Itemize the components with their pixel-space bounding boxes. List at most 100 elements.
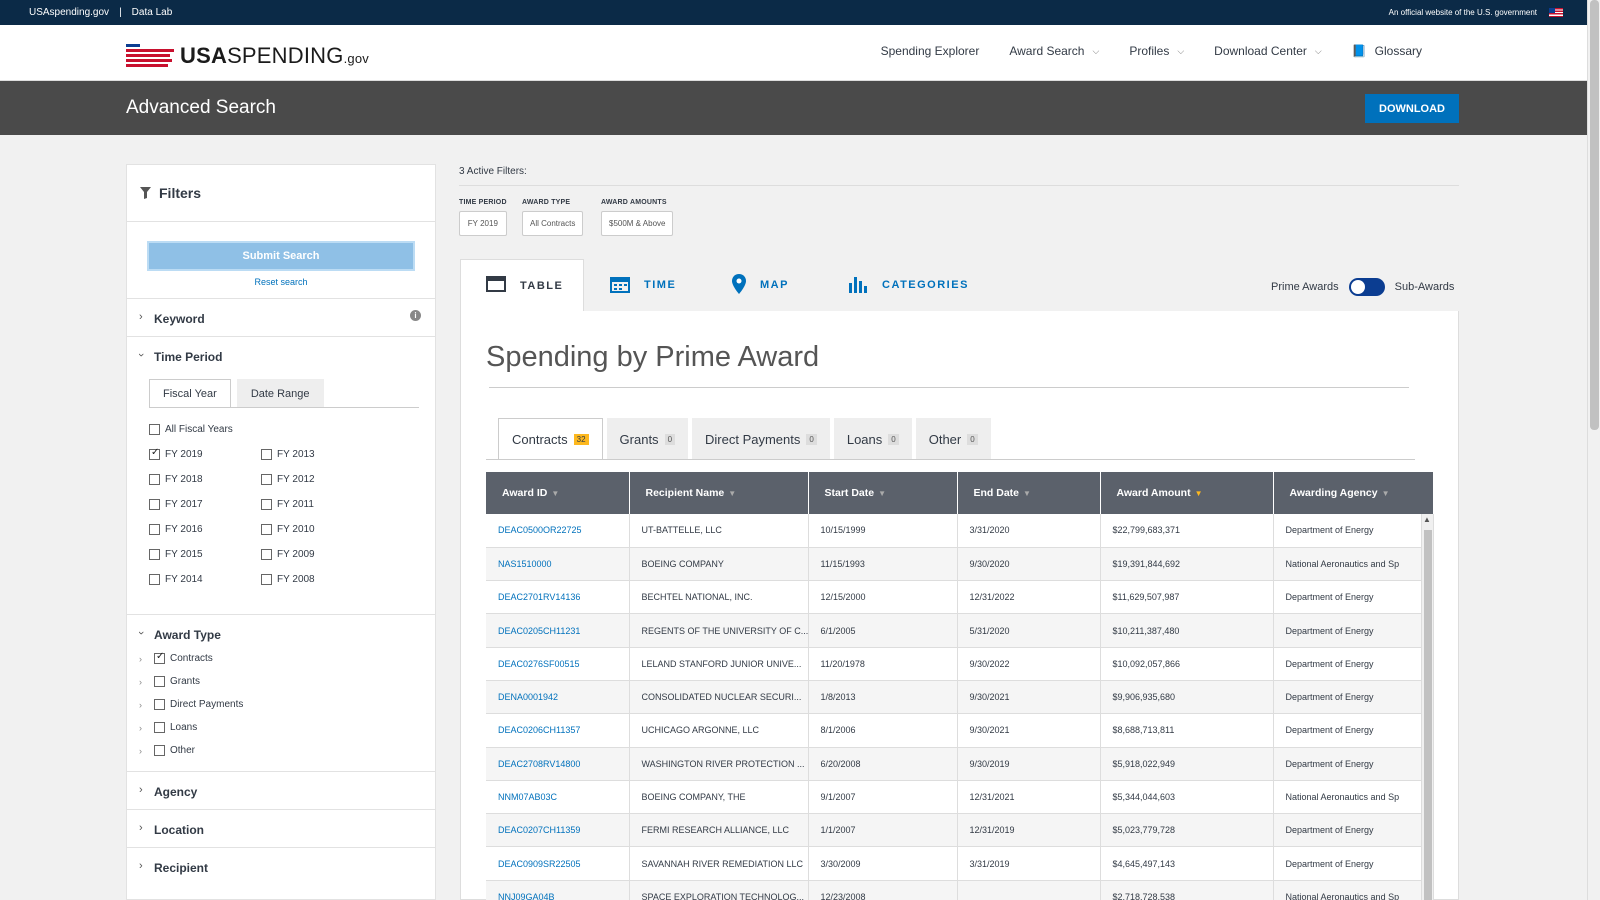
award-tab-grants[interactable]: Grants 0 (606, 418, 689, 460)
gov-link[interactable]: Data Lab (132, 7, 173, 18)
column-header-award-amount[interactable]: Award Amount ▼ (1100, 472, 1274, 514)
award-tab-contracts[interactable]: Contracts 32 (498, 418, 603, 460)
checkbox[interactable] (261, 549, 272, 560)
checkbox-fy-2011[interactable]: FY 2011 (261, 499, 314, 510)
submit-search-button[interactable]: Submit Search (147, 241, 415, 271)
award-id-link[interactable]: DEAC0206CH11357 (486, 713, 630, 748)
sort-icon[interactable]: ▼ (551, 489, 559, 498)
award-id-link[interactable]: DEAC0909SR22505 (486, 846, 630, 881)
info-icon[interactable]: i (410, 310, 421, 321)
location-section[interactable]: › Location (127, 809, 435, 847)
sort-icon[interactable]: ▼ (728, 489, 736, 498)
award-type-other[interactable]: › Other (139, 745, 195, 756)
column-header-recipient-name[interactable]: Recipient Name ▼ (629, 472, 809, 514)
award-id-link[interactable]: NNM07AB03C (486, 780, 630, 815)
column-header-awarding-agency[interactable]: Awarding Agency ▼ (1273, 472, 1434, 514)
checkbox-fy-2013[interactable]: FY 2013 (261, 449, 315, 460)
column-header-start-date[interactable]: Start Date ▼ (808, 472, 958, 514)
checkbox[interactable] (149, 499, 160, 510)
chevron-right-icon[interactable]: › (139, 746, 149, 756)
column-header-award-id[interactable]: Award ID ▼ (486, 472, 630, 514)
checkbox-fy-2009[interactable]: FY 2009 (261, 549, 315, 560)
tab-date-range[interactable]: Date Range (236, 379, 324, 408)
checkbox-fy-2017[interactable]: FY 2017 (149, 499, 203, 510)
award-id-link[interactable]: DENA0001942 (486, 680, 630, 715)
checkbox[interactable] (261, 574, 272, 585)
sort-icon[interactable]: ▼ (1195, 489, 1203, 498)
checkbox-fy-2015[interactable]: FY 2015 (149, 549, 203, 560)
award-id-link[interactable]: NAS1510000 (486, 547, 630, 582)
checkbox[interactable] (154, 745, 165, 756)
nav-item-download-center[interactable]: Download Center ⌵ (1214, 44, 1322, 58)
award-tab-direct-payments[interactable]: Direct Payments 0 (692, 418, 830, 460)
award-id-link[interactable]: DEAC0276SF00515 (486, 647, 630, 681)
award-tab-loans[interactable]: Loans 0 (833, 418, 912, 460)
award-tab-other[interactable]: Other 0 (915, 418, 991, 460)
tab-fiscal-year[interactable]: Fiscal Year (149, 379, 231, 408)
reset-search-link[interactable]: Reset search (127, 277, 435, 287)
page-scrollbar[interactable] (1587, 0, 1600, 900)
checkbox[interactable] (154, 676, 165, 687)
chevron-right-icon[interactable]: › (139, 723, 149, 733)
checkbox[interactable] (261, 499, 272, 510)
award-id-link[interactable]: DEAC2701RV14136 (486, 580, 630, 615)
checkbox-fy-2019[interactable]: FY 2019 (149, 447, 203, 460)
chevron-right-icon[interactable]: › (139, 700, 149, 710)
nav-item-glossary[interactable]: 📘 Glossary (1352, 44, 1422, 58)
checkbox-fy-2010[interactable]: FY 2010 (261, 524, 315, 535)
chevron-down-icon[interactable]: › (135, 353, 147, 357)
checkbox[interactable] (149, 447, 160, 460)
prime-sub-toggle-switch[interactable] (1348, 278, 1385, 296)
tab-categories[interactable]: CATEGORIES (838, 259, 978, 311)
checkbox-fy-2018[interactable]: FY 2018 (149, 474, 203, 485)
agency-section[interactable]: › Agency (127, 771, 435, 809)
checkbox-fy-2014[interactable]: FY 2014 (149, 574, 203, 585)
award-id-link[interactable]: DEAC0205CH11231 (486, 613, 630, 648)
award-type-contracts[interactable]: ›Contracts (139, 651, 213, 664)
nav-item-spending-explorer[interactable]: Spending Explorer (881, 44, 980, 58)
checkbox[interactable] (154, 699, 165, 710)
all-fiscal-years-checkbox[interactable]: All Fiscal Years (149, 424, 233, 435)
column-header-end-date[interactable]: End Date ▼ (957, 472, 1101, 514)
award-type-loans[interactable]: › Loans (139, 722, 197, 733)
checkbox[interactable] (149, 574, 160, 585)
filter-chip[interactable]: FY 2019 (459, 211, 507, 236)
checkbox[interactable] (149, 549, 160, 560)
tab-map[interactable]: MAP (722, 259, 812, 311)
tab-time[interactable]: TIME (600, 259, 700, 311)
table-scrollbar[interactable]: ▲ (1421, 514, 1433, 900)
chevron-right-icon[interactable]: › (139, 654, 149, 664)
award-id-link[interactable]: DEAC0207CH11359 (486, 813, 630, 848)
download-button[interactable]: DOWNLOAD (1365, 94, 1459, 123)
award-type-grants[interactable]: › Grants (139, 676, 200, 687)
gov-link[interactable]: USAspending.gov (29, 7, 109, 18)
tab-table[interactable]: TABLE (460, 259, 584, 311)
nav-item-award-search[interactable]: Award Search ⌵ (1009, 44, 1099, 58)
award-id-link[interactable]: NNJ09GA04B (486, 880, 630, 900)
checkbox[interactable] (149, 474, 160, 485)
checkbox[interactable] (154, 651, 165, 664)
checkbox-fy-2016[interactable]: FY 2016 (149, 524, 203, 535)
award-type-direct-payments[interactable]: › Direct Payments (139, 699, 243, 710)
usaspending-logo[interactable]: USASPENDING.gov (126, 43, 369, 69)
sort-icon[interactable]: ▼ (1023, 489, 1031, 498)
chevron-right-icon[interactable]: › (139, 677, 149, 687)
award-id-link[interactable]: DEAC0500OR22725 (486, 514, 630, 548)
scroll-up-icon[interactable]: ▲ (1423, 515, 1431, 524)
award-id-link[interactable]: DEAC2708RV14800 (486, 747, 630, 781)
sort-icon[interactable]: ▼ (1382, 489, 1390, 498)
checkbox[interactable] (149, 524, 160, 535)
checkbox[interactable] (261, 474, 272, 485)
filter-chip[interactable]: $500M & Above (601, 211, 674, 236)
sort-icon[interactable]: ▼ (878, 489, 886, 498)
checkbox[interactable] (154, 722, 165, 733)
checkbox-fy-2008[interactable]: FY 2008 (261, 574, 315, 585)
recipient-section[interactable]: › Recipient (127, 847, 435, 887)
keyword-section[interactable]: › Keyword i (127, 298, 435, 336)
checkbox[interactable] (261, 524, 272, 535)
checkbox-fy-2012[interactable]: FY 2012 (261, 474, 315, 485)
checkbox[interactable] (261, 449, 272, 460)
chevron-down-icon[interactable]: › (135, 631, 147, 635)
nav-item-profiles[interactable]: Profiles ⌵ (1129, 44, 1184, 58)
filter-chip[interactable]: All Contracts (522, 211, 584, 236)
